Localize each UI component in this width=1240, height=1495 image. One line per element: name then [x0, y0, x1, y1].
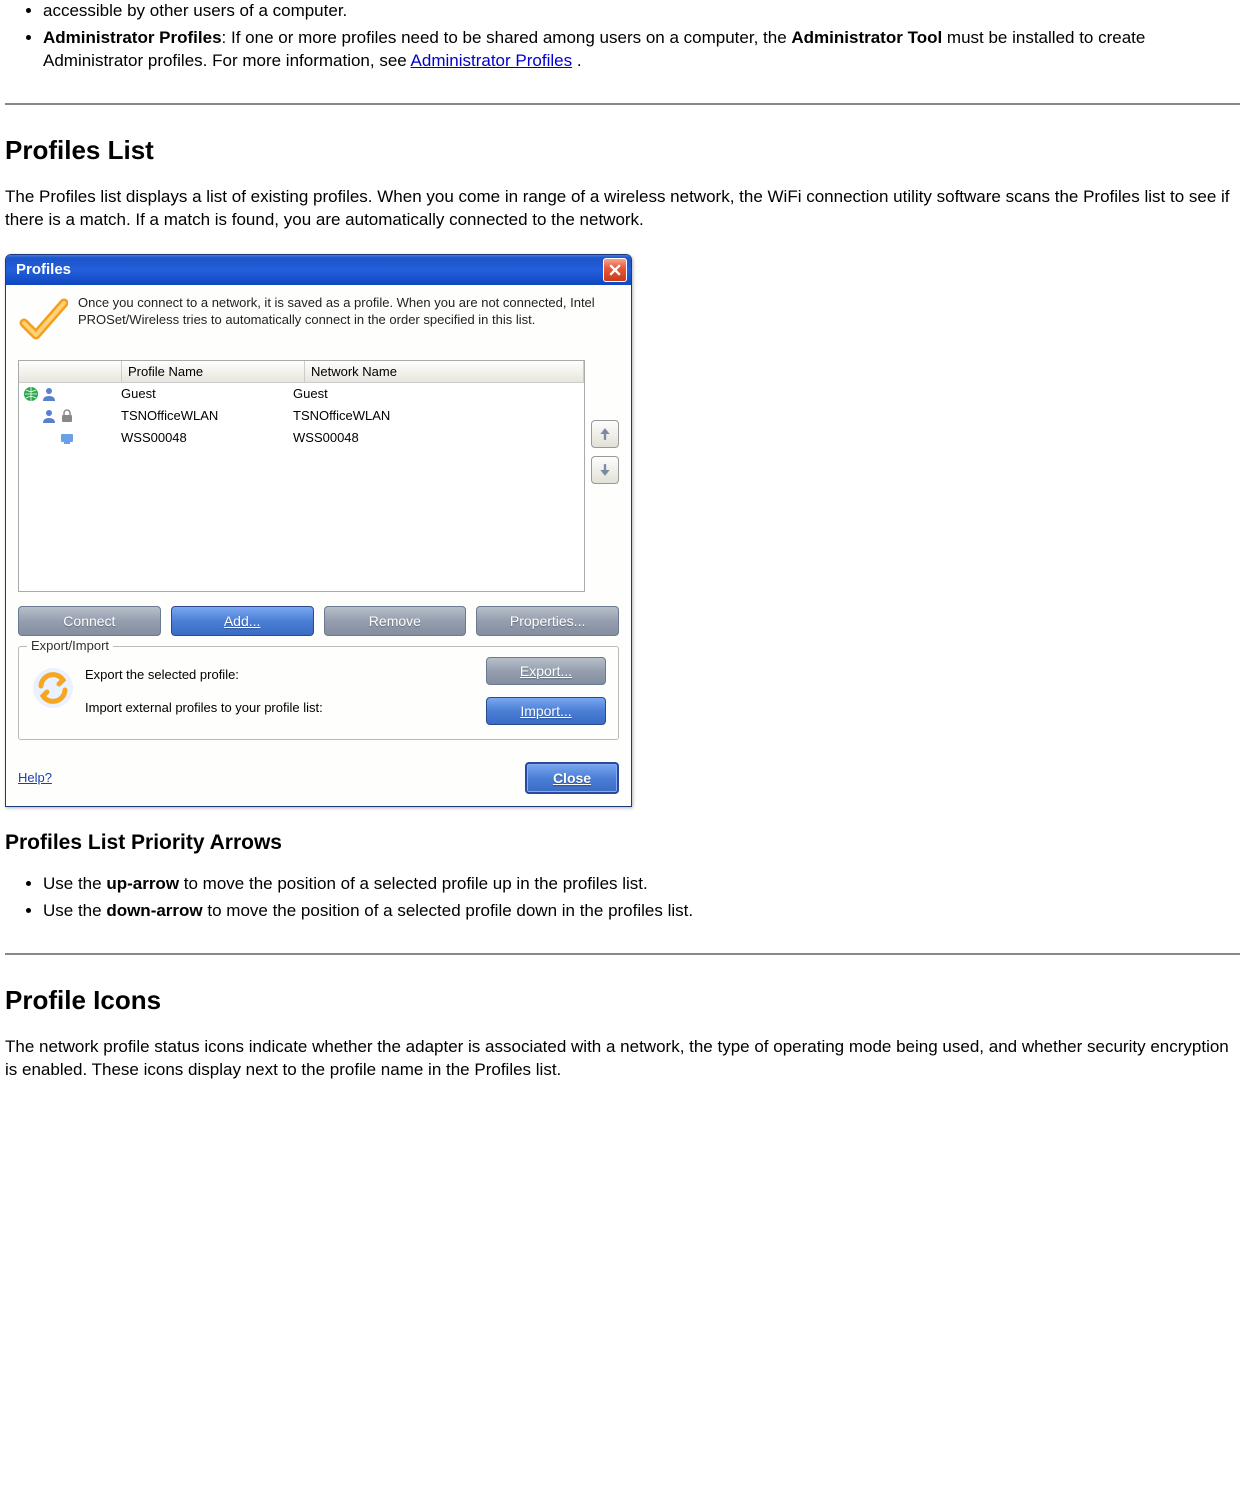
down-arrow-button[interactable]	[591, 456, 619, 484]
profiles-list-description: The Profiles list displays a list of exi…	[5, 186, 1240, 232]
connect-button[interactable]: Connect	[18, 606, 161, 636]
table-header[interactable]: Profile Name Network Name	[19, 361, 584, 383]
divider-1	[5, 103, 1240, 105]
admin-text-3: .	[572, 51, 581, 70]
column-header-profile[interactable]: Profile Name	[122, 361, 305, 382]
export-button[interactable]: Export...	[486, 657, 606, 685]
profile-icons-description: The network profile status icons indicat…	[5, 1036, 1240, 1082]
refresh-icon	[31, 666, 75, 715]
add-button[interactable]: Add...	[171, 606, 314, 636]
user-icon	[41, 386, 57, 402]
properties-button[interactable]: Properties...	[476, 606, 619, 636]
up-pre: Use the	[43, 874, 106, 893]
table-row[interactable]: WSS00048 WSS00048	[19, 427, 584, 449]
table-row[interactable]: Guest Guest	[19, 383, 584, 405]
profile-icons-heading: Profile Icons	[5, 985, 1240, 1016]
intro-partial-item: accessible by other users of a computer.	[43, 0, 1240, 23]
arrow-up-icon	[599, 427, 611, 441]
down-arrow-item: Use the down-arrow to move the position …	[43, 900, 1240, 923]
divider-2	[5, 953, 1240, 955]
profiles-list-heading: Profiles List	[5, 135, 1240, 166]
table-row[interactable]: TSNOfficeWLAN TSNOfficeWLAN	[19, 405, 584, 427]
admin-text-1: : If one or more profiles need to be sha…	[222, 28, 792, 47]
close-button[interactable]: Close	[525, 762, 619, 794]
cell-profile: TSNOfficeWLAN	[119, 408, 291, 423]
up-bold: up-arrow	[106, 874, 179, 893]
titlebar[interactable]: Profiles	[6, 255, 631, 285]
cell-network: TSNOfficeWLAN	[291, 408, 584, 423]
up-arrow-button[interactable]	[591, 420, 619, 448]
cell-profile: Guest	[119, 386, 291, 401]
admin-profiles-link[interactable]: Administrator Profiles	[411, 51, 573, 70]
column-header-network[interactable]: Network Name	[305, 361, 584, 382]
cell-profile: WSS00048	[119, 430, 291, 445]
up-post: to move the position of a selected profi…	[179, 874, 648, 893]
fieldset-legend: Export/Import	[27, 638, 113, 653]
down-bold: down-arrow	[106, 901, 202, 920]
import-button[interactable]: Import...	[486, 697, 606, 725]
admin-profiles-item: Administrator Profiles: If one or more p…	[43, 27, 1240, 73]
import-text: Import external profiles to your profile…	[85, 700, 476, 715]
column-header-icons[interactable]	[19, 361, 122, 382]
cell-network: Guest	[291, 386, 584, 401]
export-import-fieldset: Export/Import Export the selected profil…	[18, 646, 619, 740]
row-icons	[19, 386, 119, 402]
remove-button[interactable]: Remove	[324, 606, 467, 636]
checkmark-icon	[18, 295, 68, 350]
network-icon	[59, 430, 75, 446]
down-post: to move the position of a selected profi…	[203, 901, 693, 920]
help-link[interactable]: Help?	[18, 770, 52, 785]
down-pre: Use the	[43, 901, 106, 920]
close-icon[interactable]	[603, 258, 627, 282]
profiles-table[interactable]: Profile Name Network Name Guest Guest	[18, 360, 585, 592]
cell-network: WSS00048	[291, 430, 584, 445]
intro-partial-text: accessible by other users of a computer.	[43, 1, 347, 20]
admin-profiles-bold: Administrator Profiles	[43, 28, 222, 47]
arrow-down-icon	[599, 463, 611, 477]
profiles-window: Profiles Once you connect to a network, …	[5, 254, 632, 807]
priority-arrows-heading: Profiles List Priority Arrows	[5, 831, 1240, 855]
admin-tool-bold: Administrator Tool	[791, 28, 942, 47]
export-text: Export the selected profile:	[85, 667, 476, 682]
up-arrow-item: Use the up-arrow to move the position of…	[43, 873, 1240, 896]
row-icons	[19, 408, 119, 424]
row-icons	[19, 430, 119, 446]
lock-icon	[59, 408, 75, 424]
window-title: Profiles	[16, 261, 71, 278]
window-intro-text: Once you connect to a network, it is sav…	[78, 295, 619, 329]
globe-icon	[23, 386, 39, 402]
user-icon	[41, 408, 57, 424]
